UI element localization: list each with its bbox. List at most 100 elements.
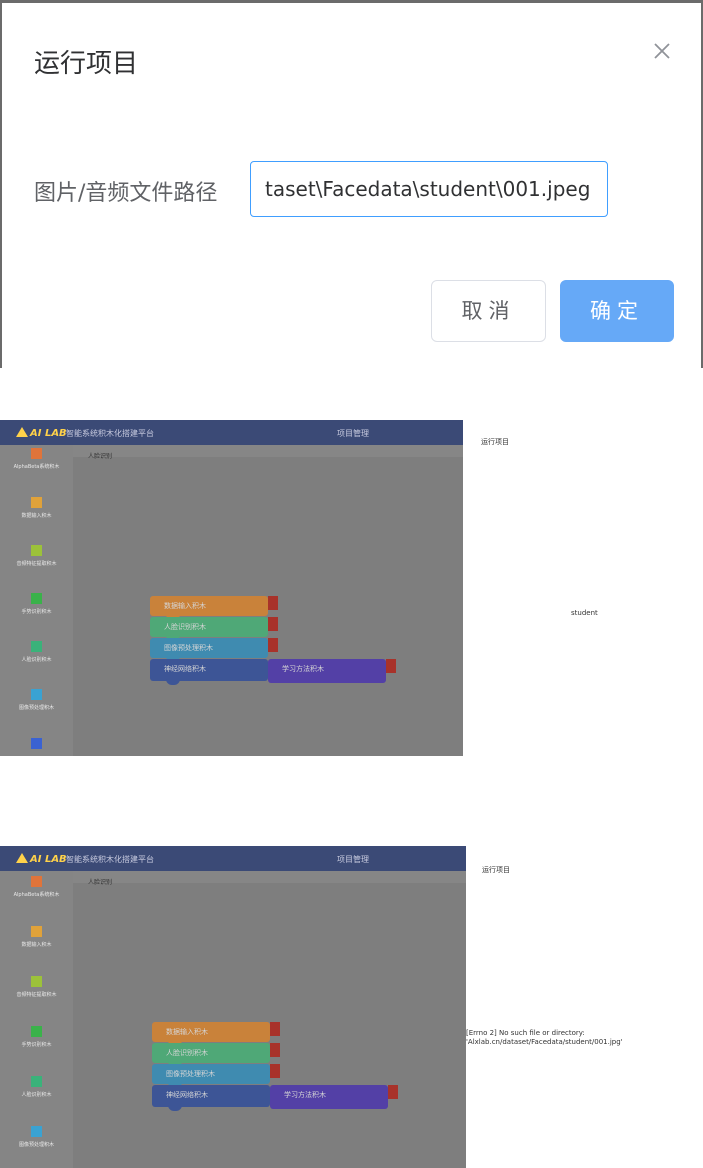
palette-item-face[interactable]: 人脸识别积木: [0, 1076, 73, 1098]
palette-label: AlphaBeta系统积木: [13, 892, 60, 898]
block-label: 人脸识别积木: [164, 623, 206, 631]
palette-item-data-input[interactable]: 数据输入积木: [0, 497, 73, 519]
logo-icon: [16, 853, 28, 863]
block-delete-icon[interactable]: [270, 1022, 280, 1036]
palette-item-more[interactable]: [0, 738, 73, 749]
block-delete-icon[interactable]: [268, 638, 278, 652]
block-label: 神经网络积木: [166, 1091, 208, 1099]
palette-item-image-preprocess[interactable]: 图像预处理积木: [0, 1126, 73, 1148]
palette-label: 人脸识别积木: [21, 657, 52, 663]
block-palette: AlphaBeta系统积木 数据输入积木 音频特征提取积木 手势识别积木 人脸识…: [0, 445, 73, 756]
brand-logo: AI LAB: [16, 427, 67, 439]
close-icon[interactable]: [648, 37, 676, 65]
palette-label: 音频特征提取积木: [16, 992, 57, 998]
palette-swatch: [31, 545, 42, 556]
block-label: 数据输入积木: [166, 1028, 208, 1036]
file-path-label: 图片/音频文件路径: [34, 181, 218, 206]
block-delete-icon[interactable]: [388, 1085, 398, 1099]
block-delete-icon[interactable]: [268, 617, 278, 631]
block-face-recognition[interactable]: 人脸识别积木: [150, 617, 268, 641]
palette-swatch: [31, 1026, 42, 1037]
palette-item-gesture[interactable]: 手势识别积木: [0, 593, 73, 615]
palette-label: 手势识别积木: [21, 609, 52, 615]
output-panel: 运行项目 [Errno 2] No such file or directory…: [466, 846, 703, 1168]
palette-item-face[interactable]: 人脸识别积木: [0, 641, 73, 663]
block-label: 数据输入积木: [164, 602, 206, 610]
app-window: AI LAB 智能系统积木化搭建平台 项目管理 AlphaBeta系统积木 数据…: [0, 846, 466, 1168]
block-neural-network[interactable]: 神经网络积木: [150, 659, 268, 685]
block-label: 图像预处理积木: [164, 644, 213, 652]
tab-face-recognition[interactable]: 人脸识别: [88, 451, 112, 460]
palette-swatch: [31, 738, 42, 749]
palette-item-system[interactable]: AlphaBeta系统积木: [0, 448, 73, 470]
output-result: student: [571, 609, 598, 617]
confirm-button[interactable]: 确定: [560, 280, 674, 342]
block-image-preprocess[interactable]: 图像预处理积木: [150, 638, 268, 662]
tab-strip: [73, 871, 466, 883]
dialog-title: 运行项目: [34, 49, 139, 79]
palette-label: 图像预处理积木: [18, 705, 54, 711]
output-title: 运行项目: [482, 866, 510, 874]
block-image-preprocess[interactable]: 图像预处理积木: [152, 1064, 270, 1088]
block-learning-method[interactable]: 学习方法积木: [270, 1085, 388, 1109]
palette-swatch: [31, 593, 42, 604]
palette-label: AlphaBeta系统积木: [13, 464, 60, 470]
block-delete-icon[interactable]: [268, 596, 278, 610]
block-face-recognition[interactable]: 人脸识别积木: [152, 1043, 270, 1067]
palette-swatch: [31, 876, 42, 887]
block-bump: [166, 679, 180, 685]
palette-label: 数据输入积木: [21, 513, 52, 519]
output-error-line-2: 'Alxlab.cn/dataset/Facedata/student/001.…: [466, 1038, 623, 1046]
palette-swatch: [31, 976, 42, 987]
menu-project-management[interactable]: 项目管理: [337, 854, 369, 865]
block-learning-method[interactable]: 学习方法积木: [268, 659, 386, 683]
palette-swatch: [31, 1076, 42, 1087]
block-delete-icon[interactable]: [270, 1064, 280, 1078]
app-header: AI LAB 智能系统积木化搭建平台 项目管理: [0, 420, 463, 445]
palette-label: 音频特征提取积木: [16, 561, 57, 567]
palette-swatch: [31, 689, 42, 700]
output-title: 运行项目: [481, 438, 509, 446]
palette-label: 人脸识别积木: [21, 1092, 52, 1098]
palette-item-audio[interactable]: 音频特征提取积木: [0, 976, 73, 998]
palette-swatch: [31, 497, 42, 508]
block-label: 学习方法积木: [282, 665, 324, 673]
block-palette: AlphaBeta系统积木 数据输入积木 音频特征提取积木 手势识别积木 人脸识…: [0, 871, 73, 1168]
screenshot-error: AI LAB 智能系统积木化搭建平台 项目管理 AlphaBeta系统积木 数据…: [0, 846, 703, 1168]
menu-project-management[interactable]: 项目管理: [337, 428, 369, 439]
block-delete-icon[interactable]: [270, 1043, 280, 1057]
cancel-button[interactable]: 取消: [431, 280, 546, 342]
app-title: 智能系统积木化搭建平台: [66, 855, 154, 864]
output-error-line-1: [Errno 2] No such file or directory:: [466, 1029, 585, 1037]
block-bump: [168, 1105, 182, 1111]
run-project-dialog: 运行项目 图片/音频文件路径 取消 确定: [0, 0, 703, 368]
app-header: AI LAB 智能系统积木化搭建平台 项目管理: [0, 846, 466, 871]
block-label: 图像预处理积木: [166, 1070, 215, 1078]
palette-swatch: [31, 926, 42, 937]
palette-swatch: [31, 448, 42, 459]
block-data-input[interactable]: 数据输入积木: [150, 596, 268, 620]
palette-label: 手势识别积木: [21, 1042, 52, 1048]
app-title: 智能系统积木化搭建平台: [66, 429, 154, 438]
palette-item-gesture[interactable]: 手势识别积木: [0, 1026, 73, 1048]
block-neural-network[interactable]: 神经网络积木: [152, 1085, 270, 1111]
tab-face-recognition[interactable]: 人脸识别: [88, 877, 112, 886]
file-path-input[interactable]: [250, 161, 608, 217]
brand-text: AI LAB: [30, 428, 67, 439]
palette-label: 图像预处理积木: [18, 1142, 54, 1148]
block-label: 神经网络积木: [164, 665, 206, 673]
output-panel: 运行项目 student: [463, 420, 703, 756]
app-window: AI LAB 智能系统积木化搭建平台 项目管理 AlphaBeta系统积木 数据…: [0, 420, 463, 756]
block-label: 人脸识别积木: [166, 1049, 208, 1057]
palette-item-image-preprocess[interactable]: 图像预处理积木: [0, 689, 73, 711]
block-data-input[interactable]: 数据输入积木: [152, 1022, 270, 1046]
block-delete-icon[interactable]: [386, 659, 396, 673]
brand-text: AI LAB: [30, 854, 67, 865]
palette-label: 数据输入积木: [21, 942, 52, 948]
block-label: 学习方法积木: [284, 1091, 326, 1099]
palette-item-audio[interactable]: 音频特征提取积木: [0, 545, 73, 567]
palette-item-system[interactable]: AlphaBeta系统积木: [0, 876, 73, 898]
logo-icon: [16, 427, 28, 437]
palette-item-data-input[interactable]: 数据输入积木: [0, 926, 73, 948]
tab-strip: [73, 445, 463, 457]
